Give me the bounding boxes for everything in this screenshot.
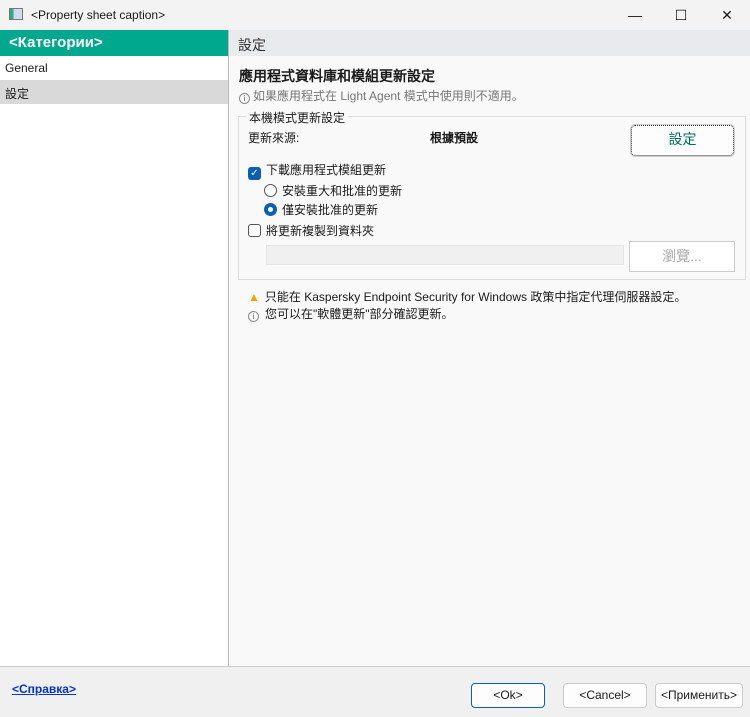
page-title: 應用程式資料庫和模組更新設定 <box>239 68 435 84</box>
radio-critical-approved[interactable]: 安裝重大和批准的更新 <box>264 182 402 199</box>
radio-icon <box>264 184 277 197</box>
footer: <Справка> <Ok> <Cancel> <Применить> <box>0 666 750 717</box>
warning-icon: ▲ <box>248 290 260 304</box>
info-icon: i <box>239 93 250 104</box>
copy-to-folder-checkbox[interactable]: 將更新複製到資料夾 <box>248 222 374 239</box>
source-value: 根據預設 <box>430 131 479 145</box>
download-modules-checkbox[interactable]: ✓ 下載應用程式模組更新 <box>248 161 386 180</box>
browse-button[interactable]: 瀏覽... <box>629 241 735 272</box>
radio-approved-only[interactable]: 僅安裝批准的更新 <box>264 201 378 218</box>
title-bar: <Property sheet caption> — ☐ ✕ <box>0 0 750 30</box>
warning-message: ▲ 只能在 Kaspersky Endpoint Security for Win… <box>248 290 687 304</box>
help-link[interactable]: <Справка> <box>12 682 76 696</box>
content-header: 設定 <box>229 30 750 56</box>
apply-button[interactable]: <Применить> <box>655 683 743 708</box>
cancel-button[interactable]: <Cancel> <box>563 683 647 708</box>
checkmark-icon: ✓ <box>248 167 261 180</box>
source-label: 更新來源: <box>248 131 300 145</box>
ok-button[interactable]: <Ok> <box>471 683 545 708</box>
window-title: <Property sheet caption> <box>31 8 166 22</box>
note: i 如果應用程式在 Light Agent 模式中使用則不適用。 <box>239 87 524 104</box>
radio-selected-icon <box>264 203 277 216</box>
minimize-button[interactable]: — <box>612 0 658 30</box>
sidebar-item-settings[interactable]: 設定 <box>0 80 228 104</box>
settings-button[interactable]: 設定 <box>630 124 735 157</box>
category-sidebar: <Категории> General 設定 <box>0 30 229 666</box>
info-message: i 您可以在"軟體更新"部分確認更新。 <box>248 305 454 322</box>
group-label: 本機模式更新設定 <box>246 109 349 126</box>
sidebar-item-general[interactable]: General <box>0 56 228 80</box>
close-button[interactable]: ✕ <box>704 0 750 30</box>
app-icon <box>9 8 23 20</box>
folder-path-input[interactable] <box>266 245 624 265</box>
maximize-button[interactable]: ☐ <box>658 0 704 30</box>
info-icon: i <box>248 311 259 322</box>
sidebar-header: <Категории> <box>0 30 228 56</box>
checkbox-icon <box>248 224 261 237</box>
